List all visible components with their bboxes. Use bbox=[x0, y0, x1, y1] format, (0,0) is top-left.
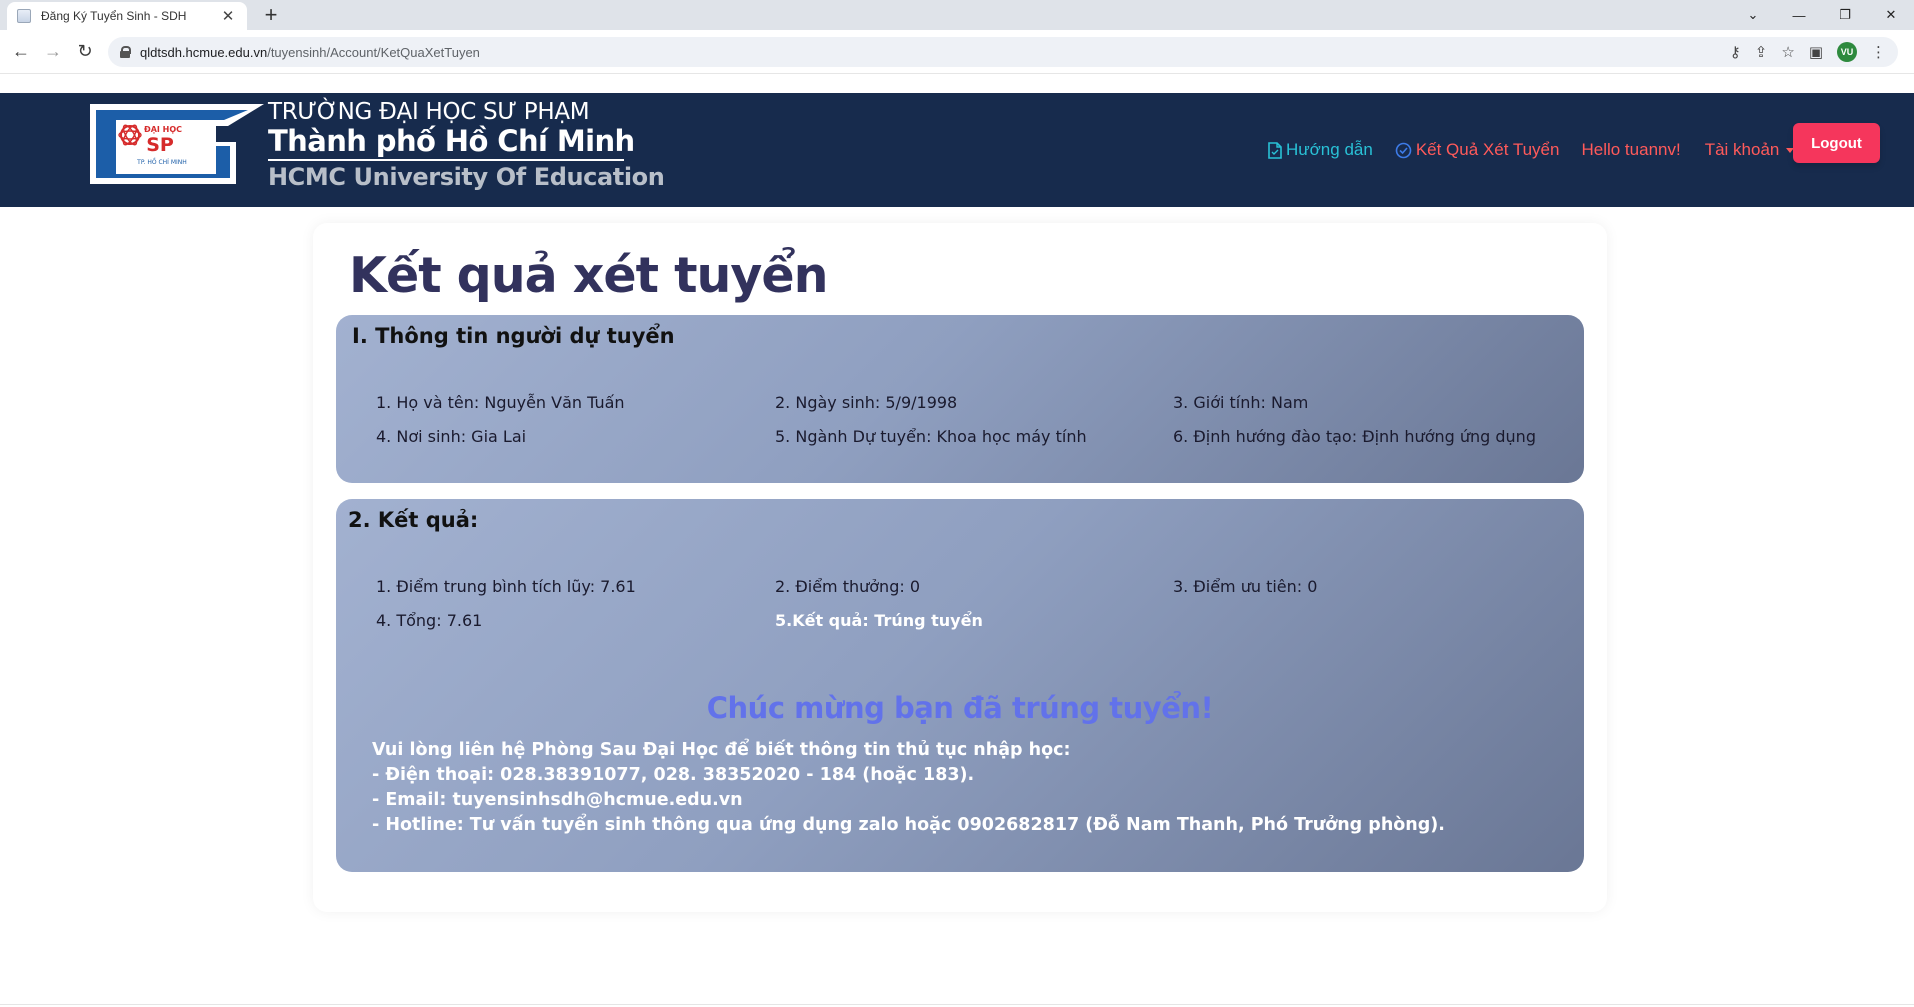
field-training-orientation: 6. Định hướng đào tạo: Định hướng ứng dụ… bbox=[1173, 427, 1536, 446]
field-priority-points: 3. Điểm ưu tiên: 0 bbox=[1173, 577, 1318, 596]
check-circle-icon bbox=[1395, 142, 1412, 158]
nav-results-label: Kết Quả Xét Tuyển bbox=[1415, 140, 1560, 159]
forward-icon[interactable]: → bbox=[40, 38, 66, 64]
browser-tab[interactable]: Đăng Ký Tuyển Sinh - SDH ✕ bbox=[7, 2, 247, 30]
title-divider bbox=[268, 159, 624, 161]
footer-divider bbox=[0, 1004, 1914, 1005]
field-gpa: 1. Điểm trung bình tích lũy: 7.61 bbox=[376, 577, 636, 596]
url-path: /tuyensinh/Account/KetQuaXetTuyen bbox=[267, 44, 480, 60]
page-title: Kết quả xét tuyển bbox=[349, 247, 828, 304]
url-text[interactable]: qldtsdh.hcmue.edu.vn/tuyensinh/Account/K… bbox=[140, 45, 1730, 60]
university-name-english: HCMC University Of Education bbox=[268, 163, 665, 191]
lock-icon[interactable] bbox=[120, 46, 131, 58]
contact-email: - Email: tuyensinhsdh@hcmue.edu.vn bbox=[372, 790, 743, 810]
nav-guide-link[interactable]: Hướng dẫn bbox=[1268, 140, 1373, 160]
window-controls: ⌄ — ❐ ✕ bbox=[1730, 0, 1914, 30]
restore-icon[interactable]: ❐ bbox=[1822, 0, 1868, 30]
results-heading: 2. Kết quả: bbox=[348, 508, 479, 532]
field-total: 4. Tổng: 7.61 bbox=[376, 611, 483, 630]
contact-phone: - Điện thoại: 028.38391077, 028. 3835202… bbox=[372, 765, 975, 785]
congratulations-message: Chúc mừng bạn đã trúng tuyển! bbox=[706, 691, 1214, 725]
field-major: 5. Ngành Dự tuyển: Khoa học máy tính bbox=[775, 427, 1087, 446]
star-icon[interactable]: ☆ bbox=[1781, 43, 1794, 61]
page-favicon-icon bbox=[17, 9, 31, 23]
applicant-info-panel: I. Thông tin người dự tuyển 1. Họ và tên… bbox=[336, 315, 1584, 483]
url-host: qldtsdh.hcmue.edu.vn bbox=[140, 44, 268, 60]
tab-search-icon[interactable]: ⌄ bbox=[1730, 0, 1776, 30]
field-full-name: 1. Họ và tên: Nguyễn Văn Tuấn bbox=[376, 393, 625, 412]
university-name-line1: TRƯỜNG ĐẠI HỌC SƯ PHẠM bbox=[268, 99, 590, 125]
field-gender: 3. Giới tính: Nam bbox=[1173, 393, 1309, 412]
share-icon[interactable]: ⇪ bbox=[1755, 43, 1768, 61]
reload-icon[interactable]: ↻ bbox=[72, 38, 98, 64]
nav-hello-user[interactable]: Hello tuannv! bbox=[1581, 140, 1680, 160]
menu-icon[interactable]: ⋮ bbox=[1871, 43, 1886, 61]
tab-title: Đăng Ký Tuyển Sinh - SDH bbox=[41, 9, 187, 23]
contact-intro: Vui lòng liên hệ Phòng Sau Đại Học để bi… bbox=[372, 740, 1071, 760]
site-header: ĐẠI HỌC SP TP. HỒ CHÍ MINH TRƯỜNG ĐẠI HỌ… bbox=[0, 93, 1914, 207]
logo-text-city: TP. HỒ CHÍ MINH bbox=[136, 157, 187, 166]
address-bar[interactable]: qldtsdh.hcmue.edu.vn/tuyensinh/Account/K… bbox=[108, 37, 1898, 67]
minimize-icon[interactable]: — bbox=[1776, 0, 1822, 30]
omnibox-actions: ⚷ ⇪ ☆ ▣ VU ⋮ bbox=[1730, 42, 1886, 62]
browser-tabstrip: Đăng Ký Tuyển Sinh - SDH ✕ + ⌄ — ❐ ✕ bbox=[0, 0, 1914, 30]
key-icon[interactable]: ⚷ bbox=[1730, 43, 1741, 61]
browser-toolbar: ← → ↻ qldtsdh.hcmue.edu.vn/tuyensinh/Acc… bbox=[0, 30, 1914, 74]
logo-text-sp: SP bbox=[146, 134, 174, 156]
close-tab-icon[interactable]: ✕ bbox=[219, 7, 237, 25]
document-icon bbox=[1268, 141, 1282, 159]
nav-account-label: Tài khoản bbox=[1704, 140, 1780, 159]
main-nav: Hướng dẫn Kết Quả Xét Tuyển Hello tuannv… bbox=[1268, 140, 1795, 160]
university-logo[interactable]: ĐẠI HỌC SP TP. HỒ CHÍ MINH bbox=[88, 102, 264, 186]
new-tab-icon[interactable]: + bbox=[258, 3, 284, 27]
field-birth-place: 4. Nơi sinh: Gia Lai bbox=[376, 427, 527, 446]
field-birth-date: 2. Ngày sinh: 5/9/1998 bbox=[775, 393, 958, 412]
profile-avatar[interactable]: VU bbox=[1837, 42, 1857, 62]
logout-button[interactable]: Logout bbox=[1793, 123, 1880, 163]
nav-guide-label: Hướng dẫn bbox=[1286, 140, 1373, 159]
field-admission-result: 5.Kết quả: Trúng tuyển bbox=[775, 611, 983, 630]
nav-results-link[interactable]: Kết Quả Xét Tuyển bbox=[1395, 140, 1560, 160]
logo-text-daihoc: ĐẠI HỌC bbox=[144, 125, 182, 134]
field-bonus-points: 2. Điểm thưởng: 0 bbox=[775, 577, 921, 596]
applicant-info-heading: I. Thông tin người dự tuyển bbox=[352, 324, 675, 348]
side-panel-icon[interactable]: ▣ bbox=[1809, 43, 1823, 61]
contact-hotline: - Hotline: Tư vấn tuyển sinh thông qua ứ… bbox=[372, 815, 1445, 835]
logo-emblem-icon: ĐẠI HỌC SP TP. HỒ CHÍ MINH bbox=[90, 104, 264, 184]
results-panel: 2. Kết quả: 1. Điểm trung bình tích lũy:… bbox=[336, 499, 1584, 872]
nav-account-dropdown[interactable]: Tài khoản bbox=[1705, 140, 1795, 160]
close-window-icon[interactable]: ✕ bbox=[1868, 0, 1914, 30]
back-icon[interactable]: ← bbox=[8, 38, 34, 64]
university-name-line2: Thành phố Hồ Chí Minh bbox=[268, 124, 635, 158]
